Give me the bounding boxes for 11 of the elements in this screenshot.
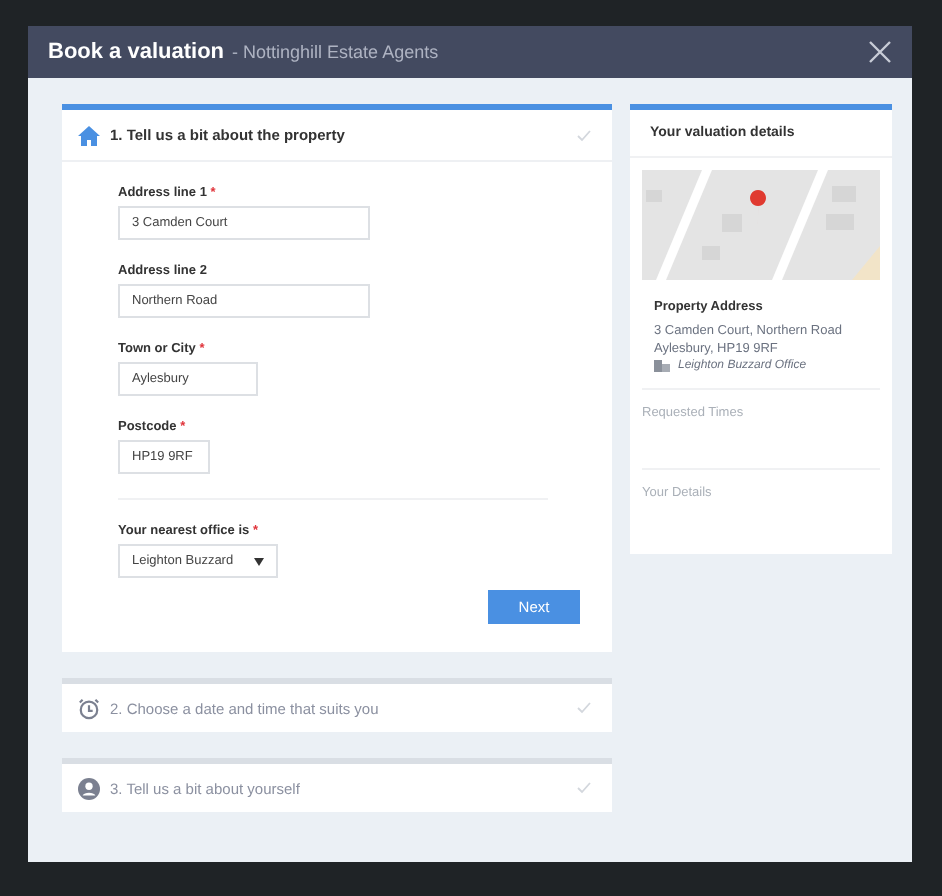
close-icon[interactable] [868, 40, 892, 64]
building-icon [654, 360, 670, 372]
modal-title: Book a valuation [48, 40, 225, 64]
caret-icon [254, 557, 264, 565]
check-icon [576, 700, 592, 716]
check-icon [576, 780, 592, 796]
home-icon [78, 125, 100, 145]
check-icon [576, 127, 592, 143]
alarm-clock-icon [78, 697, 100, 719]
modal-subtitle: - Nottinghill Estate Agents [232, 42, 439, 62]
user-icon [78, 777, 100, 799]
